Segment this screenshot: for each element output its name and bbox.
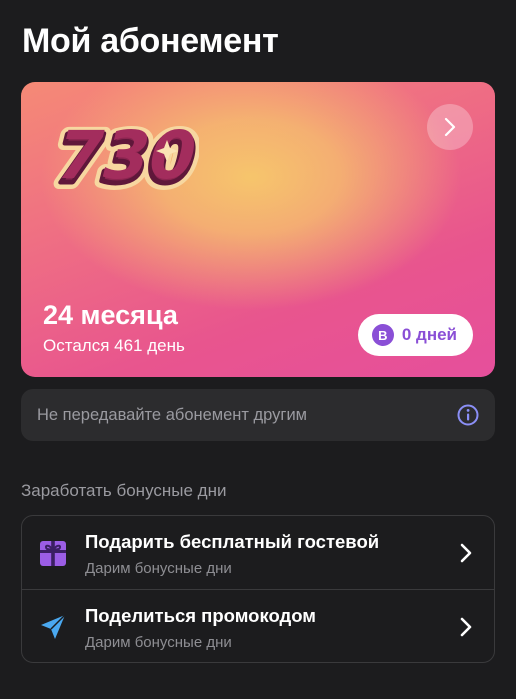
brand-logo: 730 730 730 xyxy=(49,114,199,200)
bonus-days-pill[interactable]: В 0 дней xyxy=(357,314,473,356)
gift-icon xyxy=(40,541,66,566)
chevron-right-icon xyxy=(460,543,472,563)
bonus-section-label: Заработать бонусные дни xyxy=(21,481,227,500)
bonus-days-label: 0 дней xyxy=(401,325,457,344)
subscription-period: 24 месяца xyxy=(43,300,178,330)
info-icon[interactable] xyxy=(457,404,479,426)
paper-plane-icon xyxy=(41,614,66,639)
svg-text:730: 730 xyxy=(49,117,199,194)
list-item-gift-guest[interactable]: Подарить бесплатный гостевой Дарим бонус… xyxy=(22,516,494,589)
item-subtitle: Дарим бонусные дни xyxy=(85,560,232,577)
card-next-button[interactable] xyxy=(427,104,473,150)
item-title: Поделиться промокодом xyxy=(85,605,316,626)
days-remaining: Остался 461 день xyxy=(43,336,185,355)
bonus-badge-icon: В xyxy=(371,324,394,346)
bonus-list: Подарить бесплатный гостевой Дарим бонус… xyxy=(21,515,495,663)
notice-text: Не передавайте абонемент другим xyxy=(37,405,308,424)
chevron-right-icon xyxy=(460,617,472,637)
list-item-share-promo[interactable]: Поделиться промокодом Дарим бонусные дни xyxy=(22,589,494,662)
item-subtitle: Дарим бонусные дни xyxy=(85,634,232,651)
chevron-right-icon xyxy=(444,117,456,137)
page-title: Мой абонемент xyxy=(22,22,279,60)
subscription-card[interactable]: 730 730 730 24 месяца Остался 461 день В… xyxy=(21,82,495,377)
item-title: Подарить бесплатный гостевой xyxy=(85,531,380,552)
transfer-notice: Не передавайте абонемент другим xyxy=(21,389,495,441)
